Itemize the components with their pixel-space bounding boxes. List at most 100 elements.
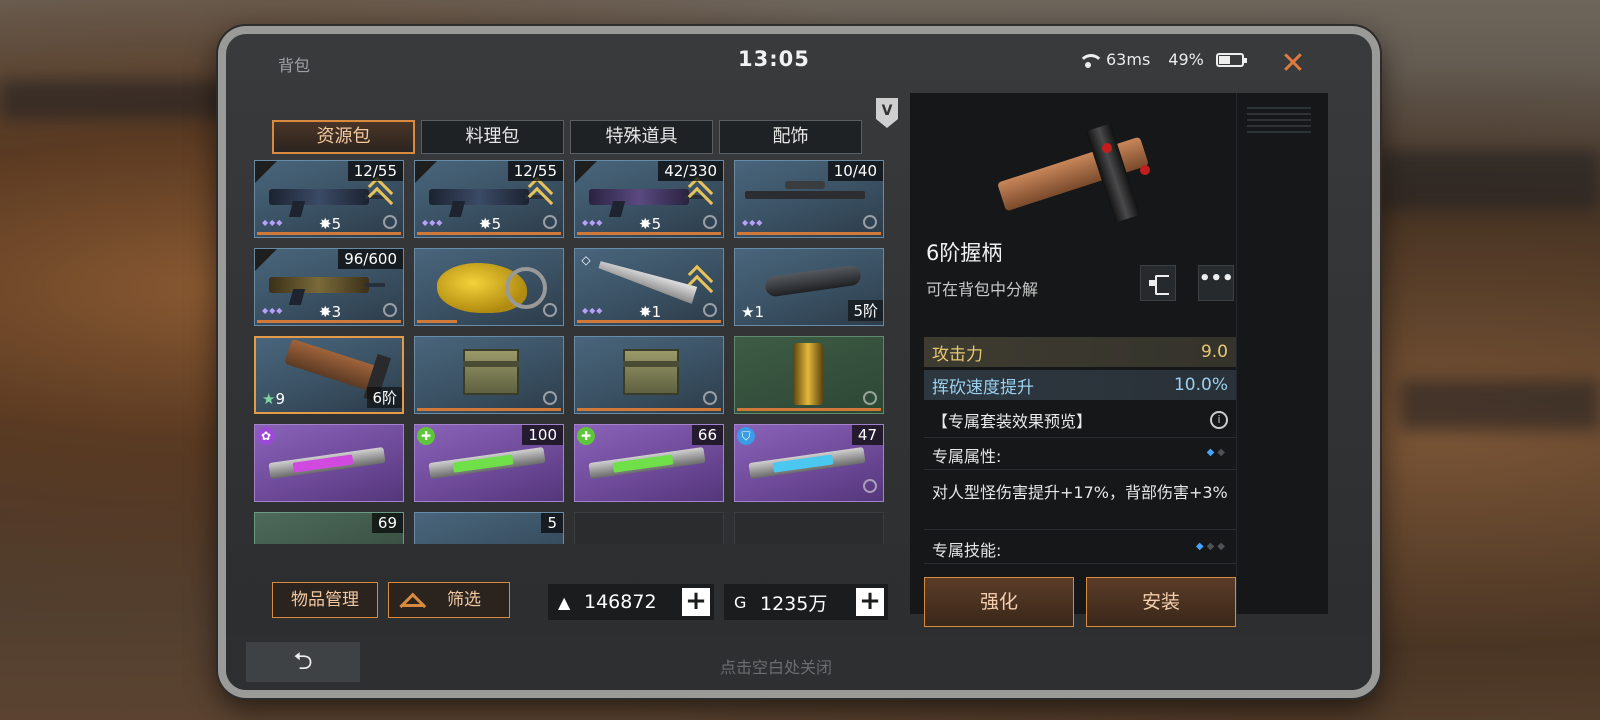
item-slot-rifle-1[interactable]: 12/55 ◆◆◆ ✸5 xyxy=(254,160,404,238)
stat-value: 9.0 xyxy=(1200,342,1228,362)
item-slot-rifle-4[interactable]: 96/600 ◆◆◆ ✸3 xyxy=(254,248,404,326)
rarity-corner-icon xyxy=(415,161,437,183)
install-button[interactable]: 安装 xyxy=(1086,577,1236,627)
rank-chevron-icon xyxy=(529,183,549,209)
backpack-screen: 背包 13:05 63ms 49% ✕ V 资源包 料理包 特殊道具 配饰 12… xyxy=(226,34,1372,690)
item-slot-sniper[interactable]: 10/40 ◆◆◆ xyxy=(734,160,884,238)
rank-chevron-icon xyxy=(369,183,389,209)
gear-icon xyxy=(543,215,557,229)
item-slot-rifle-2[interactable]: 12/55 ◆◆◆ ✸5 xyxy=(414,160,564,238)
item-slot-totem[interactable] xyxy=(734,336,884,414)
rifle-icon xyxy=(589,189,705,205)
exclusive-attribute-description: 对人型怪伤害提升+17%，背部伤害+3% xyxy=(932,483,1228,502)
heal-heart-icon: ✚ xyxy=(417,427,435,445)
add-coins-button[interactable]: + xyxy=(856,588,884,616)
item-slot-syringe-purple[interactable]: ✿ xyxy=(254,424,404,502)
item-slot-silencer[interactable]: ★1 5阶 xyxy=(734,248,884,326)
ping-text: 63ms xyxy=(1106,50,1151,69)
quality-dots: ◆◆◆ xyxy=(582,218,604,227)
durability-bar xyxy=(417,232,561,235)
wifi-icon xyxy=(1078,52,1104,68)
supply-crate-icon xyxy=(623,349,679,395)
gear-icon xyxy=(383,303,397,317)
back-button[interactable]: ⮌ xyxy=(246,642,360,682)
item-count: 12/55 xyxy=(347,161,403,181)
tab-accessories[interactable]: 配饰 xyxy=(719,120,862,154)
item-slot-consumable-1[interactable]: 69 xyxy=(254,512,404,544)
item-tier: 6阶 xyxy=(367,387,402,408)
item-slot-syringe-green-1[interactable]: ✚ 100 xyxy=(414,424,564,502)
durability-bar xyxy=(577,408,721,411)
syringe-icon xyxy=(588,447,706,479)
supply-crate-icon xyxy=(463,349,519,395)
item-count: 5 xyxy=(541,513,563,533)
gear-icon xyxy=(863,479,877,493)
item-slot-crate-2[interactable] xyxy=(574,336,724,414)
item-slot-consumable-2[interactable]: 5 xyxy=(414,512,564,544)
wrench-icon xyxy=(543,303,557,317)
bottom-bar: ⮌ 点击空白处关闭 xyxy=(226,634,1372,690)
coin-currency: G 1235万 + xyxy=(724,584,888,620)
wrench-icon xyxy=(703,391,717,405)
item-slot-syringe-blue[interactable]: ⛉ 47 xyxy=(734,424,884,502)
item-star: ★1 xyxy=(741,303,764,321)
stat-value: 10.0% xyxy=(1173,375,1228,395)
totem-icon xyxy=(793,343,823,405)
item-slot-syringe-green-2[interactable]: ✚ 66 xyxy=(574,424,724,502)
item-slot-chainsaw[interactable] xyxy=(414,248,564,326)
item-name: 6阶握柄 xyxy=(926,241,1003,265)
item-management-button[interactable]: 物品管理 xyxy=(272,582,378,618)
close-button[interactable]: ✕ xyxy=(1272,46,1314,84)
status-bar: 背包 13:05 63ms 49% ✕ xyxy=(226,34,1372,86)
stat-label: 挥砍速度提升 xyxy=(932,377,1034,398)
exclusive-attribute-label: 专属属性: xyxy=(932,447,1002,466)
quality-dots: ◆◆◆ xyxy=(422,218,444,227)
item-slot-empty[interactable] xyxy=(574,512,724,544)
grip-icon xyxy=(284,338,378,392)
stat-attack: 攻击力 9.0 xyxy=(924,337,1236,367)
disassemble-tree-icon[interactable] xyxy=(1140,265,1176,301)
divider xyxy=(924,437,1236,438)
shield-icon: ⛉ xyxy=(737,427,755,445)
tab-resource-pack[interactable]: 资源包 xyxy=(272,120,415,154)
sniper-rifle-icon xyxy=(745,181,865,199)
durability-bar xyxy=(577,232,721,235)
tab-food-pack[interactable]: 料理包 xyxy=(421,120,564,154)
filter-button[interactable]: 筛选 xyxy=(388,582,510,618)
item-slot-grip-selected[interactable]: ★9 6阶 xyxy=(254,336,404,414)
item-subtitle: 可在背包中分解 xyxy=(926,280,1039,299)
set-effect-title: 【专属套装效果预览】 i xyxy=(924,405,1236,435)
gear-icon xyxy=(703,215,717,229)
vip-badge-icon[interactable]: V xyxy=(876,98,898,128)
item-count: 66 xyxy=(691,425,723,445)
quality-dots: ◆◆◆ xyxy=(742,218,764,227)
item-count: 69 xyxy=(371,513,403,533)
item-slot-empty[interactable] xyxy=(734,512,884,544)
item-slot-rifle-3[interactable]: 42/330 ◆◆◆ ✸5 xyxy=(574,160,724,238)
skill-pips: ◆◆◆ xyxy=(1195,541,1228,552)
quality-dots: ◆◆◆ xyxy=(262,306,284,315)
info-icon[interactable]: i xyxy=(1210,411,1228,429)
gear-icon xyxy=(863,215,877,229)
item-slot-crate-1[interactable] xyxy=(414,336,564,414)
item-star: ★9 xyxy=(262,390,285,408)
durability-bar xyxy=(257,232,401,235)
syringe-icon xyxy=(268,447,386,479)
stat-label: 攻击力 xyxy=(932,344,983,365)
category-tabs: 资源包 料理包 特殊道具 配饰 xyxy=(272,120,862,154)
clock: 13:05 xyxy=(738,47,810,71)
item-slot-blade[interactable]: ◇ ◆◆◆ ✸1 xyxy=(574,248,724,326)
tab-special-items[interactable]: 特殊道具 xyxy=(570,120,713,154)
tablet-frame: 背包 13:05 63ms 49% ✕ V 资源包 料理包 特殊道具 配饰 12… xyxy=(218,26,1380,698)
rank-chevron-icon xyxy=(689,183,709,209)
add-gold-button[interactable]: + xyxy=(682,588,710,616)
item-tier: 5阶 xyxy=(848,300,883,321)
enhance-button[interactable]: 强化 xyxy=(924,577,1074,627)
more-options-button[interactable]: ••• xyxy=(1198,265,1234,301)
item-grid[interactable]: 12/55 ◆◆◆ ✸5 12/55 ◆◆◆ ✸5 42/330 ◆◆◆ ✸5 … xyxy=(254,160,886,544)
stat-swing-speed: 挥砍速度提升 10.0% xyxy=(924,370,1236,400)
item-level: ✸5 xyxy=(319,215,342,233)
item-level: ✸1 xyxy=(639,303,662,321)
item-detail-panel: 6阶握柄 可在背包中分解 ••• 攻击力 9.0 挥砍速度提升 10.0% 【专… xyxy=(910,93,1328,627)
close-hint: 点击空白处关闭 xyxy=(720,658,833,677)
